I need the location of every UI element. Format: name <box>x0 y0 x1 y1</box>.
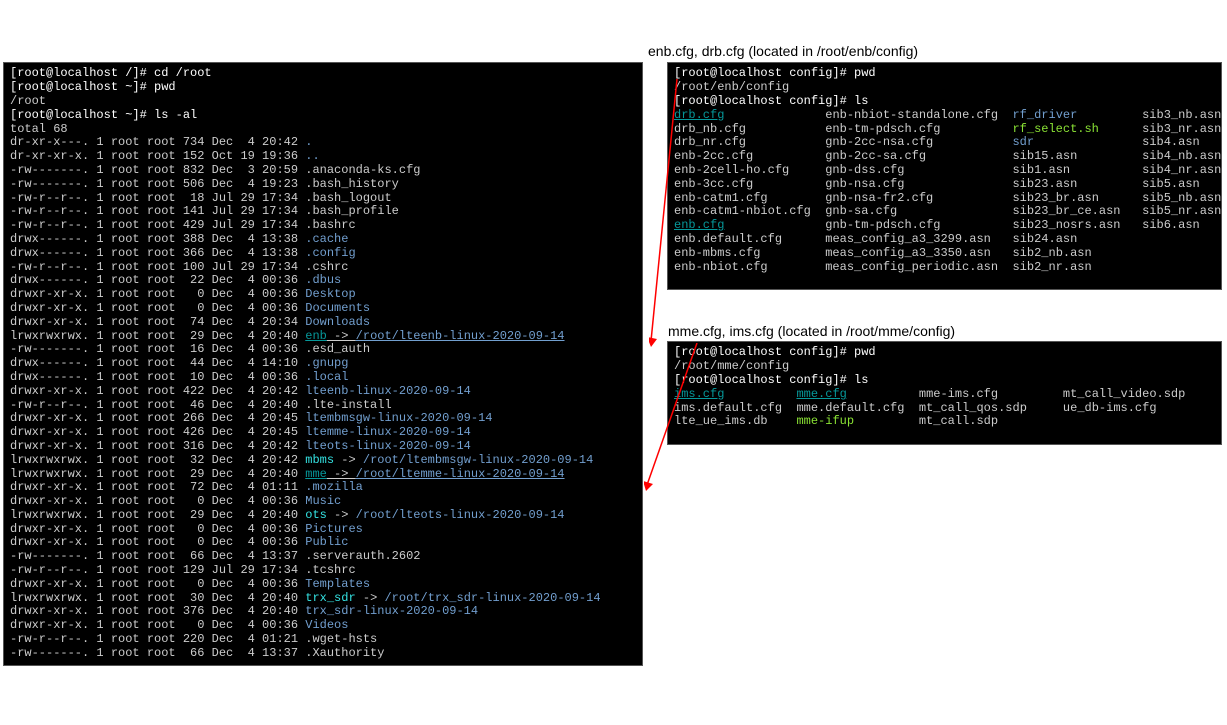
page-container: enb.cfg, drb.cfg (located in /root/enb/c… <box>0 41 1227 669</box>
terminal-right-top: [root@localhost config]# pwd /root/enb/c… <box>667 62 1222 290</box>
label-enb: enb.cfg, drb.cfg (located in /root/enb/c… <box>648 43 918 59</box>
terminal-left: [root@localhost /]# cd /root [root@local… <box>3 62 643 666</box>
terminal-right-bottom: [root@localhost config]# pwd /root/mme/c… <box>667 341 1222 445</box>
label-mme: mme.cfg, ims.cfg (located in /root/mme/c… <box>668 323 955 339</box>
